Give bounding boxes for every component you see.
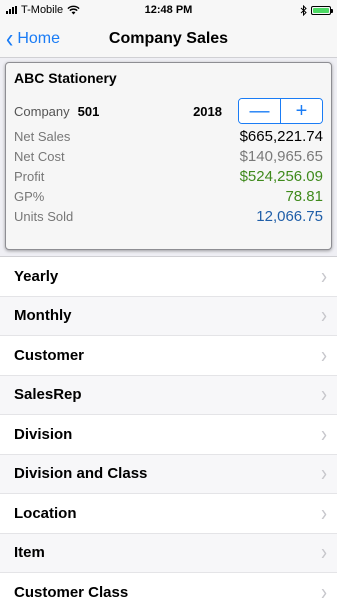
list-item-yearly[interactable]: Yearly › [0,257,337,297]
metric-row-net-cost: Net Cost $140,965.65 [14,148,323,168]
list-item-label: Customer [14,346,85,364]
list-item-item[interactable]: Item › [0,533,337,573]
chevron-right-icon: › [321,460,327,487]
metric-row-profit: Profit $524,256.09 [14,168,323,188]
wifi-icon [67,5,80,15]
year-decrement-button[interactable]: — [239,99,280,123]
battery-icon [311,5,333,15]
list-item-label: Yearly [14,267,59,285]
year-stepper: — + [238,98,323,124]
list-item-label: Location [14,504,77,522]
company-number: 501 [77,103,100,119]
year-increment-button[interactable]: + [281,99,322,123]
list-item-customer-class[interactable]: Customer Class › [0,573,337,600]
metric-label: Net Cost [14,149,65,164]
chevron-right-icon: › [321,539,327,566]
chevron-right-icon: › [321,499,327,526]
metric-value: 78.81 [285,188,323,205]
chevron-right-icon: › [321,341,327,368]
metric-label: GP% [14,189,45,204]
status-bar: T-Mobile 12:48 PM [0,0,337,20]
chevron-left-icon: ‹ [6,22,14,53]
chevron-right-icon: › [321,302,327,329]
list-item-salesrep[interactable]: SalesRep › [0,375,337,415]
plus-icon: + [295,99,308,122]
metric-value: 12,066.75 [256,208,323,225]
list-item-location[interactable]: Location › [0,494,337,534]
list-item-monthly[interactable]: Monthly › [0,296,337,336]
company-label: Company [14,103,70,119]
list-item-label: Monthly [14,307,72,325]
carrier-label: T-Mobile [21,4,64,16]
status-left: T-Mobile [6,4,80,16]
summary-card: ABC Stationery Company 501 2018 — + Net … [5,62,332,250]
metric-row-units-sold: Units Sold 12,066.75 [14,208,323,228]
list-item-customer[interactable]: Customer › [0,336,337,376]
status-right [300,4,333,16]
company-name: ABC Stationery [14,70,117,86]
metric-label: Profit [14,169,45,184]
metric-label: Units Sold [14,209,74,224]
metric-value: $665,221.74 [239,128,323,145]
back-button[interactable]: ‹ Home [0,22,61,53]
metric-row-gp-percent: GP% 78.81 [14,188,323,208]
nav-bar: ‹ Home Company Sales [0,20,337,58]
metric-value: $140,965.65 [239,148,323,165]
year-value: 2018 [193,103,222,119]
summary-card-container: ABC Stationery Company 501 2018 — + Net … [0,58,337,256]
report-list: Yearly › Monthly › Customer › SalesRep ›… [0,256,337,600]
list-item-division[interactable]: Division › [0,415,337,455]
list-item-label: Division and Class [14,465,148,483]
signal-icon [6,6,17,14]
chevron-right-icon: › [321,420,327,447]
chevron-right-icon: › [321,578,327,600]
company-row: Company 501 2018 — + [14,98,323,124]
battery-fill [313,7,329,13]
chevron-right-icon: › [321,262,327,289]
metric-label: Net Sales [14,129,71,144]
metric-row-net-sales: Net Sales $665,221.74 [14,128,323,148]
back-button-label: Home [17,29,61,47]
list-item-label: Customer Class [14,583,129,600]
minus-icon: — [249,99,270,122]
metrics-list: Net Sales $665,221.74 Net Cost $140,965.… [14,128,323,228]
list-item-division-and-class[interactable]: Division and Class › [0,454,337,494]
list-item-label: Item [14,544,45,562]
chevron-right-icon: › [321,381,327,408]
list-item-label: Division [14,425,73,443]
bluetooth-icon [300,4,307,16]
list-item-label: SalesRep [14,386,82,404]
metric-value: $524,256.09 [239,168,323,185]
